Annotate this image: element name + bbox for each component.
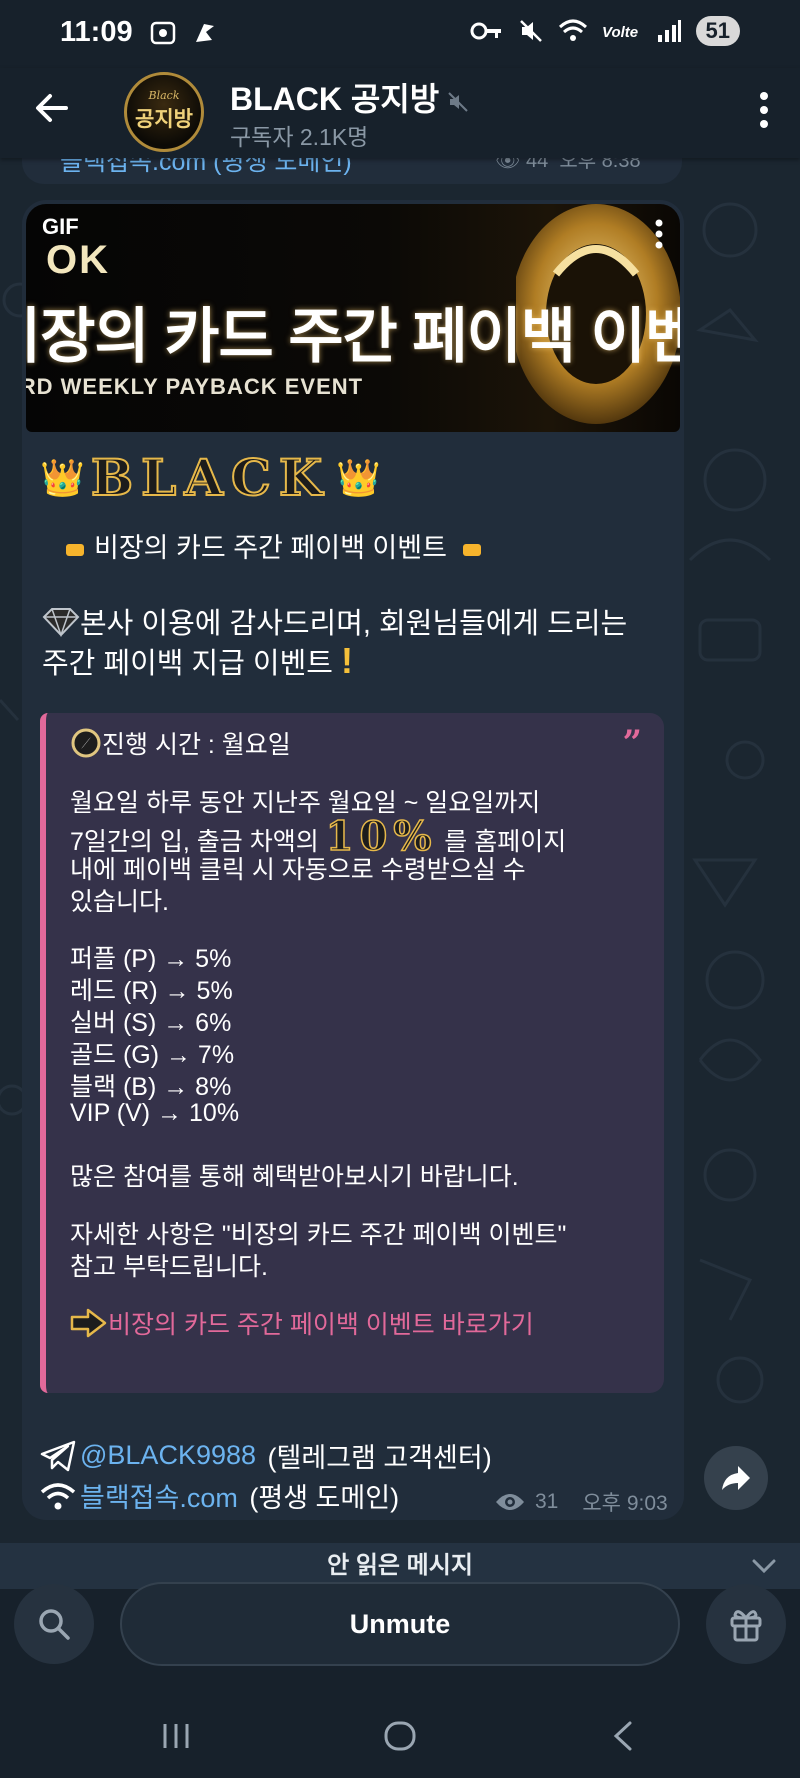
battery-indicator: 51 [695, 16, 740, 46]
quote-block: ” 진행 시간 : 월요일 월요일 하루 동안 지난주 월요일 ~ 일요일까지 … [40, 713, 664, 1393]
screenshot-icon [150, 21, 176, 45]
orange-dash-icon [66, 543, 84, 556]
crown-icon: 👑 [40, 456, 85, 498]
system-navigation-bar [0, 1690, 800, 1778]
home-icon[interactable] [382, 1720, 418, 1752]
chat-header: Black 공지방 BLACK 공지방 구독자 2.1K명 [0, 68, 800, 158]
event-link[interactable]: 비장의 카드 주간 페이백 이벤트 바로가기 [70, 1305, 534, 1341]
gift-icon [730, 1610, 762, 1642]
intro-line-1: 본사 이용에 감사드리며, 회원님들에게 드리는 [42, 600, 627, 642]
status-bar: 11:09 Volte 51 [0, 0, 800, 68]
views-eye-icon [496, 1494, 524, 1510]
right-arrow-icon [70, 1308, 107, 1338]
signal-icon [657, 20, 681, 42]
quote-mark-icon: ” [622, 723, 642, 763]
telegram-handle-link[interactable]: @BLACK9988 [80, 1440, 256, 1471]
telegram-contact: @BLACK9988 (텔레그램 고객센터) [40, 1436, 492, 1475]
search-button[interactable] [14, 1584, 94, 1664]
domain-link[interactable]: 블랙접속.com [80, 1476, 238, 1515]
compass-icon [71, 728, 101, 758]
tier-item: 레드 (R) → 5% [70, 977, 233, 1005]
crown-icon: 👑 [336, 456, 382, 498]
gif-media[interactable]: GIF OK 비장의 카드 주간 페이백 이벤트 CARD WEEKLY PAY… [26, 204, 680, 432]
unmute-button[interactable]: Unmute [120, 1582, 680, 1666]
tier-item: VIP (V) → 10% [70, 1099, 240, 1127]
tier-item: 실버 (S) → 6% [70, 1009, 232, 1037]
banner-title: 비장의 카드 주간 페이백 이벤트 [26, 303, 680, 370]
domain-line: 블랙접속.com (평생 도메인) [40, 1476, 399, 1515]
svg-text:Volte: Volte [602, 24, 638, 41]
tier-item: 블랙 (B) → 8% [70, 1073, 232, 1101]
media-more-icon[interactable] [654, 218, 664, 250]
recent-apps-icon[interactable] [160, 1720, 192, 1752]
channel-title[interactable]: BLACK 공지방 [230, 74, 469, 120]
detail-text-1: 자세한 사항은 "비장의 카드 주간 페이백 이벤트" [70, 1221, 567, 1249]
muted-speaker-icon [448, 91, 468, 112]
event-title-line: 비장의 카드 주간 페이백 이벤트 [56, 526, 491, 565]
quote-desc-3: 내에 페이백 클릭 시 자동으로 수령받으실 수 [70, 856, 526, 884]
gift-button[interactable] [706, 1584, 786, 1664]
exclamation-icon: ! [341, 640, 354, 681]
forward-button[interactable] [704, 1446, 768, 1510]
gif-badge: GIF [42, 214, 79, 239]
vpn-key-icon [470, 22, 501, 40]
chevron-down-icon[interactable] [750, 1553, 778, 1577]
quote-desc-4: 있습니다. [70, 888, 169, 916]
banner-subtitle: CARD WEEKLY PAYBACK EVENT [26, 374, 364, 399]
tier-item: 퍼플 (P) → 5% [70, 945, 232, 973]
status-time: 11:09 [60, 16, 133, 48]
detail-text-2: 참고 부탁드립니다. [70, 1253, 268, 1281]
app-notification-icon [196, 24, 214, 42]
nav-back-icon[interactable] [608, 1720, 640, 1752]
channel-avatar[interactable]: Black 공지방 [124, 72, 204, 152]
tier-item: 골드 (G) → 7% [70, 1041, 235, 1069]
wifi-icon [558, 19, 587, 41]
telegram-icon [40, 1440, 76, 1471]
brand-heading: 👑 BLACK 👑 [40, 447, 382, 508]
forward-icon [722, 1466, 750, 1490]
message-time: 오후 9:03 [582, 1492, 668, 1515]
message-meta: 31 오후 9:03 [495, 1487, 668, 1517]
search-icon [39, 1609, 70, 1640]
wifi-icon [40, 1482, 76, 1509]
more-menu-icon[interactable] [758, 90, 770, 130]
volte-icon: Volte [602, 24, 638, 41]
brand-text: BLACK [90, 447, 331, 508]
orange-dash-icon [462, 543, 481, 556]
view-count: 31 [535, 1490, 559, 1513]
diamond-icon [42, 608, 80, 638]
banner-top-text: OK [46, 238, 110, 282]
subscriber-count: 구독자 2.1K명 [230, 124, 369, 150]
participation-text: 많은 참여를 통해 혜택받아보시기 바랍니다. [70, 1163, 519, 1191]
time-label: 진행 시간 : 월요일 [70, 725, 291, 761]
back-arrow-icon[interactable] [32, 88, 72, 128]
intro-line-2: 주간 페이백 지급 이벤트 ! [42, 640, 354, 681]
mute-icon [519, 20, 542, 42]
